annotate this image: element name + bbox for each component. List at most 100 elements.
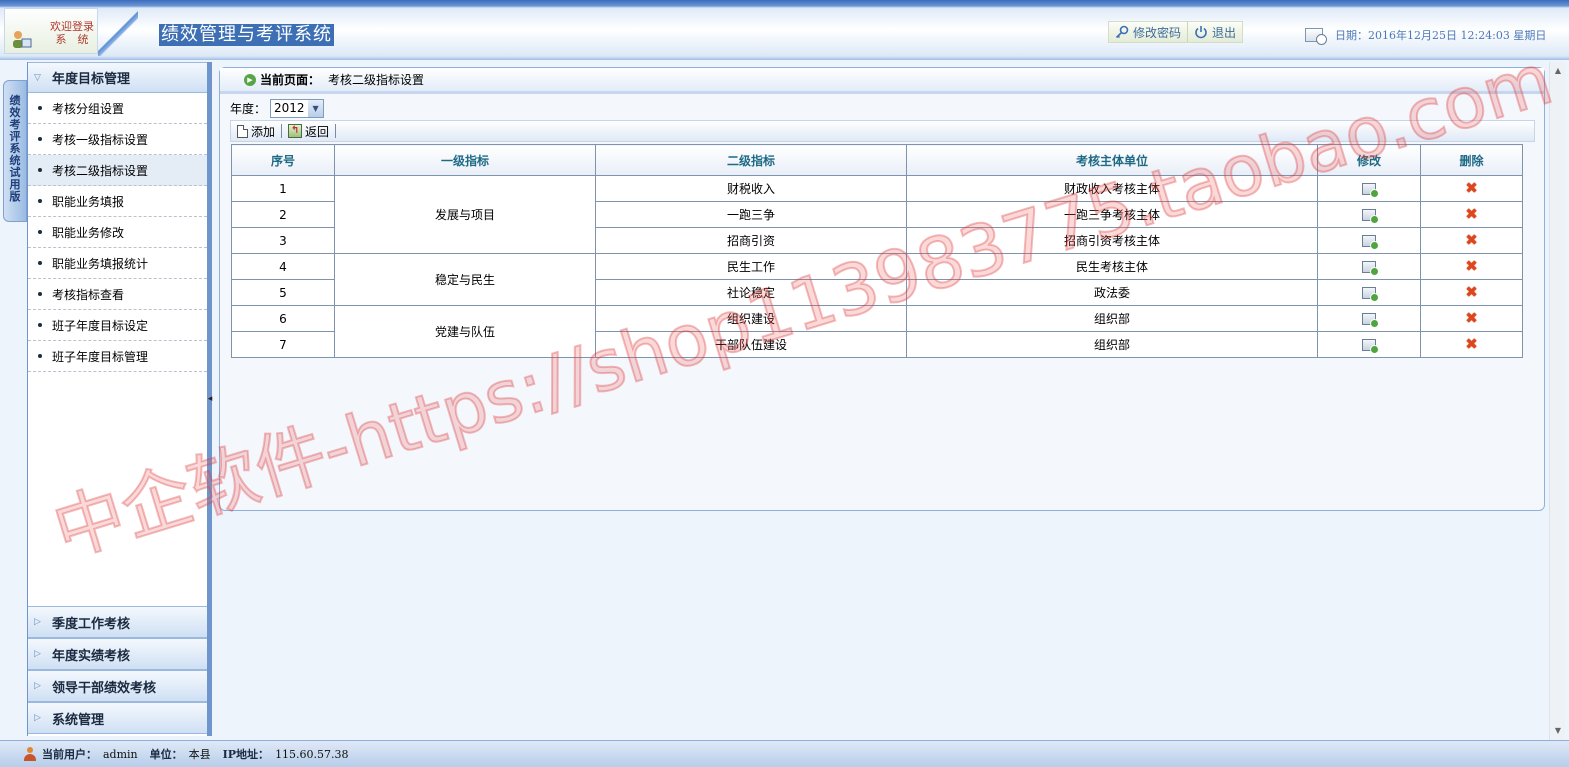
current-user-label: 当前用户：	[42, 748, 97, 761]
sidebar-item-business-edit[interactable]: 职能业务修改	[28, 217, 207, 248]
level2-cell: 财税收入	[595, 175, 907, 202]
chevron-down-icon[interactable]: ▼	[308, 99, 324, 117]
sidebar-group-annual-goals[interactable]: ▽ 年度目标管理	[28, 62, 207, 93]
indicator-table: 序号 一级指标 二级指标 考核主体单位 修改 删除 1 发展与项目 财税收入 财…	[231, 144, 1523, 358]
delete-icon[interactable]: ✖	[1465, 311, 1478, 326]
date-display: 日期：2016年12月25日 12:24:03 星期日	[1305, 27, 1547, 45]
header-actions: 修改密码 退出	[1108, 21, 1244, 43]
sidebar-item-business-report[interactable]: 职能业务填报	[28, 186, 207, 217]
power-icon	[1194, 25, 1208, 39]
sidebar-item-label: 班子年度目标设定	[52, 318, 149, 333]
logout-label: 退出	[1212, 25, 1237, 40]
row-no: 3	[231, 227, 335, 254]
toolbar: 添加 ↰ 返回	[230, 120, 1535, 142]
sidebar-group-system[interactable]: ▷ 系统管理	[28, 702, 207, 734]
welcome-line-2: 系 统	[55, 33, 89, 46]
unit-value: 本县	[188, 748, 211, 761]
welcome-line-1: 欢迎登录	[50, 20, 94, 33]
breadcrumb-label: 当前页面：	[260, 73, 321, 87]
play-icon: ▶	[244, 73, 256, 86]
delete-cell: ✖	[1420, 175, 1523, 202]
logout-button[interactable]: 退出	[1187, 22, 1242, 42]
chevron-right-icon: ▷	[34, 649, 41, 659]
row-no: 2	[231, 201, 335, 228]
add-button[interactable]: 添加	[237, 123, 275, 140]
edit-cell	[1317, 305, 1421, 332]
sidebar-group-quarterly[interactable]: ▷ 季度工作考核	[28, 606, 207, 638]
edit-icon[interactable]	[1362, 261, 1379, 276]
col-header-level2: 二级指标	[595, 144, 907, 176]
header-divider	[98, 8, 138, 56]
delete-cell: ✖	[1420, 227, 1523, 254]
calendar-clock-icon	[1305, 28, 1327, 45]
delete-icon[interactable]: ✖	[1465, 285, 1478, 300]
sidebar-item-business-stats[interactable]: 职能业务填报统计	[28, 248, 207, 279]
edit-icon[interactable]	[1362, 235, 1379, 250]
edit-cell	[1317, 253, 1421, 280]
app-title: 绩效管理与考评系统	[159, 24, 334, 46]
delete-icon[interactable]: ✖	[1465, 207, 1478, 222]
bullet-icon	[38, 292, 42, 296]
sidebar-item-label: 职能业务填报	[52, 194, 125, 209]
edit-icon[interactable]	[1362, 209, 1379, 224]
sidebar-group-leader-assessment[interactable]: ▷ 领导干部绩效考核	[28, 670, 207, 702]
sidebar-group-annual-performance[interactable]: ▷ 年度实绩考核	[28, 638, 207, 670]
ip-value: 115.60.57.38	[275, 747, 349, 761]
edit-cell	[1317, 279, 1421, 306]
table-row: 6 党建与队伍 组织建设 组织部 ✖	[231, 305, 1523, 358]
sidebar: ▽ 年度目标管理 考核分组设置 考核一级指标设置 考核二级指标设置 职能业务填报…	[27, 62, 208, 736]
collapse-arrow-icon[interactable]: ◂	[206, 392, 214, 406]
sidebar-collapsed-groups: ▷ 季度工作考核 ▷ 年度实绩考核 ▷ 领导干部绩效考核 ▷ 系统管理	[28, 606, 207, 734]
table-row: 4 稳定与民生 民生工作 民生考核主体 ✖	[231, 253, 1523, 306]
edit-icon[interactable]	[1362, 183, 1379, 198]
unit-cell: 政法委	[906, 279, 1318, 306]
sidebar-item-team-goal-setting[interactable]: 班子年度目标设定	[28, 310, 207, 341]
sidebar-item-group-settings[interactable]: 考核分组设置	[28, 93, 207, 124]
edit-icon[interactable]	[1362, 339, 1379, 354]
sidebar-group-label: 系统管理	[52, 712, 105, 728]
date-text: 日期：2016年12月25日 12:24:03 星期日	[1335, 29, 1547, 42]
edit-icon[interactable]	[1362, 287, 1379, 302]
delete-cell: ✖	[1420, 305, 1523, 332]
scroll-down-icon[interactable]: ▼	[1551, 724, 1565, 738]
sidebar-group-label: 年度实绩考核	[52, 648, 131, 664]
bullet-icon	[38, 354, 42, 358]
col-header-unit: 考核主体单位	[906, 144, 1318, 176]
current-user-value: admin	[103, 747, 138, 761]
sidebar-item-team-goal-manage[interactable]: 班子年度目标管理	[28, 341, 207, 372]
app-header: 欢迎登录 系 统 绩效管理与考评系统 修改密码 退出 日期：2016年12月25…	[0, 0, 1569, 60]
sidebar-item-label: 考核二级指标设置	[52, 163, 149, 178]
delete-icon[interactable]: ✖	[1465, 259, 1478, 274]
new-document-icon	[237, 124, 248, 138]
scroll-up-icon[interactable]: ▲	[1551, 64, 1565, 78]
delete-icon[interactable]: ✖	[1465, 181, 1478, 196]
level2-cell: 干部队伍建设	[595, 331, 907, 358]
vertical-scrollbar[interactable]: ▲ ▼	[1549, 62, 1565, 740]
unit-cell: 一跑三争考核主体	[906, 201, 1318, 228]
table-header-row: 序号 一级指标 二级指标 考核主体单位 修改 删除	[231, 144, 1523, 176]
sidebar-item-label: 考核指标查看	[52, 287, 125, 302]
sidebar-item-indicator-view[interactable]: 考核指标查看	[28, 279, 207, 310]
col-header-delete: 删除	[1420, 144, 1523, 176]
edit-icon[interactable]	[1362, 313, 1379, 328]
status-bar: 当前用户： admin 单位： 本县 IP地址： 115.60.57.38	[0, 740, 1569, 767]
unit-label: 单位：	[149, 748, 183, 761]
sidebar-item-level2-settings[interactable]: 考核二级指标设置	[28, 155, 207, 186]
back-button[interactable]: ↰ 返回	[288, 123, 329, 140]
year-select[interactable]: 2012 ▼	[270, 98, 325, 118]
change-password-button[interactable]: 修改密码	[1109, 22, 1187, 42]
breadcrumb-page: 考核二级指标设置	[328, 73, 425, 87]
chevron-right-icon: ▷	[34, 713, 41, 723]
delete-cell: ✖	[1420, 279, 1523, 306]
sidebar-item-label: 考核一级指标设置	[52, 132, 149, 147]
delete-icon[interactable]: ✖	[1465, 337, 1478, 352]
year-filter: 年度： 2012 ▼	[230, 98, 325, 118]
sidebar-item-level1-settings[interactable]: 考核一级指标设置	[28, 124, 207, 155]
vertical-system-tab[interactable]: 绩 效 考 评 系 统 试 用 版	[3, 80, 27, 222]
level2-cell: 一跑三争	[595, 201, 907, 228]
edit-cell	[1317, 175, 1421, 202]
add-label: 添加	[251, 124, 276, 139]
delete-icon[interactable]: ✖	[1465, 233, 1478, 248]
row-no: 7	[231, 331, 335, 358]
table-row: 1 发展与项目 财税收入 财政收入考核主体 ✖	[231, 175, 1523, 254]
